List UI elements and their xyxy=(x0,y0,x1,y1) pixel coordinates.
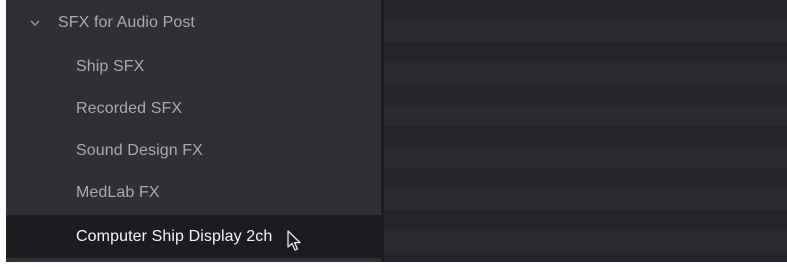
list-row xyxy=(384,210,787,231)
bin-item-label: Recorded SFX xyxy=(76,99,183,117)
list-row xyxy=(384,126,787,147)
bin-item-label: Sound Design FX xyxy=(76,141,203,159)
list-row xyxy=(384,168,787,189)
bin-item-label: Ship SFX xyxy=(76,57,145,75)
list-row xyxy=(384,21,787,42)
bin-item-label: SFX for Audio Post xyxy=(58,13,195,31)
list-row xyxy=(384,231,787,252)
bin-item-recorded-sfx[interactable]: Recorded SFX xyxy=(6,88,381,129)
bin-item-ship-sfx[interactable]: Ship SFX xyxy=(6,46,381,87)
list-row xyxy=(384,42,787,63)
list-row xyxy=(384,0,787,21)
bin-item-sfx-for-audio-post[interactable]: SFX for Audio Post xyxy=(6,2,381,43)
bin-item-computer-ship-display-2ch[interactable]: Computer Ship Display 2ch xyxy=(6,215,381,258)
mouse-pointer-icon xyxy=(286,229,304,252)
list-row xyxy=(384,105,787,126)
list-row xyxy=(384,147,787,168)
list-row xyxy=(384,84,787,105)
bin-item-label: Computer Ship Display 2ch xyxy=(76,227,273,245)
list-row xyxy=(384,63,787,84)
bin-item-sound-design-fx[interactable]: Sound Design FX xyxy=(6,130,381,171)
chevron-down-icon[interactable] xyxy=(28,16,42,30)
clip-list-panel xyxy=(384,0,787,262)
list-row xyxy=(384,189,787,210)
list-row xyxy=(384,252,787,262)
bin-tree-panel: SFX for Audio Post Ship SFX Recorded SFX… xyxy=(6,0,381,262)
media-pool-window: SFX for Audio Post Ship SFX Recorded SFX… xyxy=(6,0,787,262)
bin-item-medlab-fx[interactable]: MedLab FX xyxy=(6,172,381,213)
bin-item-label: MedLab FX xyxy=(76,183,160,201)
